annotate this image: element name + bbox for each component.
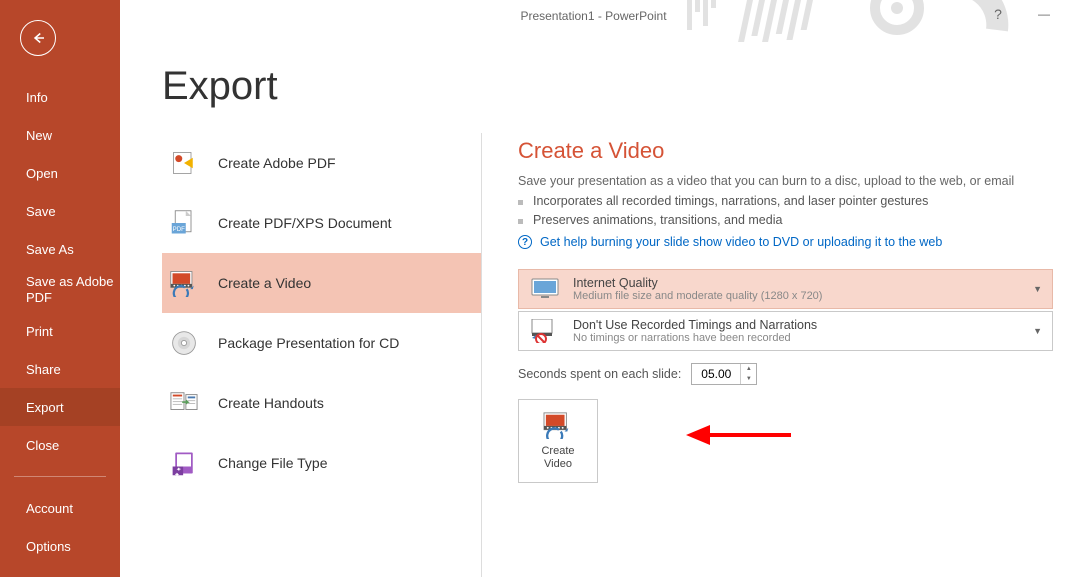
detail-bullet: Preserves animations, transitions, and m… bbox=[518, 213, 1053, 227]
export-item-label: Change File Type bbox=[218, 455, 327, 471]
export-item-label: Create a Video bbox=[218, 275, 311, 291]
sidebar-item-print[interactable]: Print bbox=[0, 312, 120, 350]
svg-text:PDF: PDF bbox=[173, 226, 185, 233]
export-package-cd[interactable]: Package Presentation for CD bbox=[162, 313, 481, 373]
detail-bullet: Incorporates all recorded timings, narra… bbox=[518, 194, 1053, 208]
create-video-icon bbox=[542, 411, 574, 439]
create-video-label: CreateVideo bbox=[541, 445, 574, 471]
change-type-icon bbox=[168, 447, 200, 479]
export-change-filetype[interactable]: Change File Type bbox=[162, 433, 481, 493]
sidebar-item-account[interactable]: Account bbox=[0, 489, 120, 527]
detail-panel: Create a Video Save your presentation as… bbox=[482, 48, 1067, 577]
adobe-pdf-icon bbox=[168, 147, 200, 179]
spinner-down[interactable]: ▼ bbox=[741, 374, 756, 384]
export-item-label: Create Adobe PDF bbox=[218, 155, 336, 171]
handouts-icon bbox=[168, 387, 200, 419]
sidebar-item-saveas-adobe[interactable]: Save as Adobe PDF bbox=[0, 268, 120, 312]
seconds-spinner[interactable]: ▲ ▼ bbox=[691, 363, 757, 385]
quality-dropdown[interactable]: Internet Quality Medium file size and mo… bbox=[518, 269, 1053, 309]
chevron-down-icon: ▼ bbox=[1033, 284, 1042, 294]
export-pdf-xps[interactable]: PDF Create PDF/XPS Document bbox=[162, 193, 481, 253]
help-link[interactable]: ? Get help burning your slide show video… bbox=[518, 235, 1053, 249]
sidebar-item-info[interactable]: Info bbox=[0, 78, 120, 116]
export-item-label: Create PDF/XPS Document bbox=[218, 215, 392, 231]
sidebar-item-options[interactable]: Options bbox=[0, 527, 120, 565]
sidebar-item-open[interactable]: Open bbox=[0, 154, 120, 192]
timings-title: Don't Use Recorded Timings and Narration… bbox=[573, 318, 817, 332]
timings-subtitle: No timings or narrations have been recor… bbox=[573, 332, 817, 344]
export-adobe-pdf[interactable]: Create Adobe PDF bbox=[162, 133, 481, 193]
export-handouts[interactable]: Create Handouts bbox=[162, 373, 481, 433]
create-video-button[interactable]: CreateVideo bbox=[518, 399, 598, 483]
cd-icon bbox=[168, 327, 200, 359]
detail-description: Save your presentation as a video that y… bbox=[518, 174, 1053, 188]
back-button[interactable] bbox=[20, 20, 56, 56]
seconds-label: Seconds spent on each slide: bbox=[518, 367, 681, 381]
chevron-down-icon: ▼ bbox=[1033, 326, 1042, 336]
sidebar-item-saveas[interactable]: Save As bbox=[0, 230, 120, 268]
sidebar-separator bbox=[14, 476, 106, 477]
pdf-xps-icon: PDF bbox=[168, 207, 200, 239]
monitor-icon bbox=[529, 277, 561, 301]
export-create-video[interactable]: Create a Video bbox=[162, 253, 481, 313]
sidebar-item-new[interactable]: New bbox=[0, 116, 120, 154]
sidebar-item-share[interactable]: Share bbox=[0, 350, 120, 388]
detail-title: Create a Video bbox=[518, 138, 1053, 164]
help-icon: ? bbox=[518, 235, 532, 249]
sidebar-item-export[interactable]: Export bbox=[0, 388, 120, 426]
spinner-up[interactable]: ▲ bbox=[741, 364, 756, 374]
no-timings-icon bbox=[529, 319, 561, 343]
export-item-label: Create Handouts bbox=[218, 395, 324, 411]
page-title: Export bbox=[162, 64, 278, 109]
seconds-input[interactable] bbox=[692, 367, 740, 381]
export-format-list: Create Adobe PDF PDF Create PDF/XPS Docu… bbox=[162, 133, 482, 577]
sidebar-item-save[interactable]: Save bbox=[0, 192, 120, 230]
quality-subtitle: Medium file size and moderate quality (1… bbox=[573, 290, 822, 302]
sidebar-item-close[interactable]: Close bbox=[0, 426, 120, 464]
export-item-label: Package Presentation for CD bbox=[218, 335, 399, 351]
nav-sidebar: Info New Open Save Save As Save as Adobe… bbox=[0, 0, 120, 577]
video-icon bbox=[168, 267, 200, 299]
timings-dropdown[interactable]: Don't Use Recorded Timings and Narration… bbox=[518, 311, 1053, 351]
quality-title: Internet Quality bbox=[573, 276, 822, 290]
